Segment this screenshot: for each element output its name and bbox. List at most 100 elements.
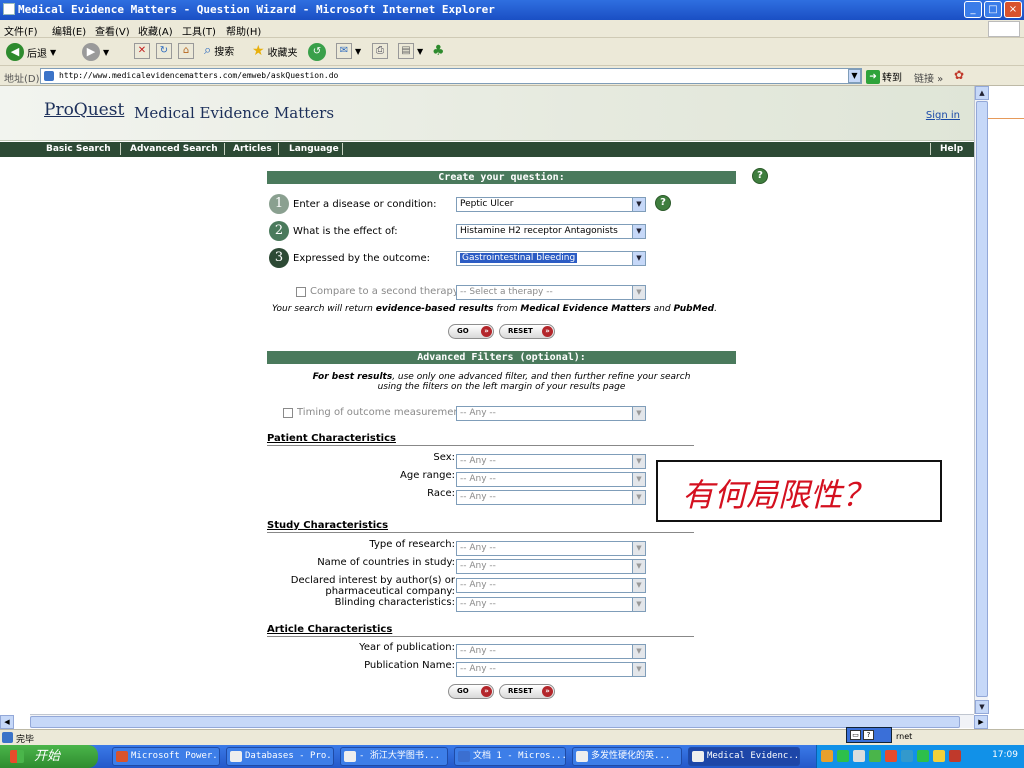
tray-app-icon[interactable] xyxy=(821,750,833,762)
messenger-button[interactable]: ♣ xyxy=(432,43,445,59)
menu-edit[interactable]: 编辑(E) xyxy=(52,23,86,38)
double-arrow-icon: » xyxy=(481,686,492,697)
go-button[interactable]: GO » xyxy=(448,324,494,339)
signin-link[interactable]: Sign in xyxy=(926,110,960,121)
sex-select[interactable]: -- Any -- ▼ xyxy=(456,454,646,469)
nav-advanced-search[interactable]: Advanced Search xyxy=(130,144,218,154)
url-dropdown-icon[interactable]: ▼ xyxy=(848,69,861,83)
tray-misc-icon[interactable] xyxy=(949,750,961,762)
go-button-bottom[interactable]: GO » xyxy=(448,684,494,699)
menu-bar: 文件(F) 编辑(E) 查看(V) 收藏(A) 工具(T) 帮助(H) xyxy=(0,20,1024,38)
tray-security-icon[interactable] xyxy=(869,750,881,762)
site-nav: Basic Search Advanced Search Articles La… xyxy=(0,142,974,157)
effect-select[interactable]: Histamine H2 receptor Antagonists ▼ xyxy=(456,224,646,239)
edit-button[interactable]: ▤ ▼ xyxy=(398,43,423,59)
taskbar-item-databases[interactable]: Databases - Pro... xyxy=(226,747,334,766)
maximize-button[interactable]: □ xyxy=(984,1,1002,18)
print-button[interactable]: ⎙ xyxy=(372,43,388,59)
close-button[interactable]: × xyxy=(1004,1,1022,18)
back-button[interactable]: ◀ 后退 ▼ xyxy=(6,43,56,61)
scroll-left-icon[interactable]: ◀ xyxy=(0,715,14,729)
addon-icon[interactable]: ✿ xyxy=(954,68,964,82)
url-input[interactable]: http://www.medicalevidencematters.com/em… xyxy=(40,68,862,84)
timing-select[interactable]: -- Any -- ▼ xyxy=(456,406,646,421)
tray-messenger-icon[interactable] xyxy=(917,750,929,762)
scroll-right-icon[interactable]: ▶ xyxy=(974,715,988,729)
research-type-value: -- Any -- xyxy=(460,543,496,553)
stop-button[interactable]: ✕ xyxy=(134,43,150,59)
declared-interest-select[interactable]: -- Any -- ▼ xyxy=(456,578,646,593)
favorites-button[interactable]: ★ 收藏夹 xyxy=(252,43,298,59)
menu-help[interactable]: 帮助(H) xyxy=(226,23,261,38)
taskbar-item-medical-evidence[interactable]: Medical Evidenc... xyxy=(688,747,800,766)
horizontal-scrollbar[interactable]: ◀ ▶ xyxy=(0,714,988,729)
scrollbar-thumb[interactable] xyxy=(30,716,960,728)
chevron-down-icon: ▼ xyxy=(632,542,645,555)
menu-tools[interactable]: 工具(T) xyxy=(182,23,216,38)
ime-toolbar[interactable]: ▭ ? xyxy=(846,727,892,743)
tray-network-icon[interactable] xyxy=(837,750,849,762)
reset-button-bottom[interactable]: RESET » xyxy=(499,684,555,699)
keyboard-icon[interactable]: ▭ xyxy=(850,730,861,740)
scroll-up-icon[interactable]: ▲ xyxy=(975,86,989,100)
ime-help-icon[interactable]: ? xyxy=(863,730,874,740)
refresh-button[interactable]: ↻ xyxy=(156,43,172,59)
nav-help[interactable]: Help xyxy=(940,144,963,154)
go-arrow-icon: ➜ xyxy=(866,69,880,84)
go-button[interactable]: ➜ 转到 xyxy=(866,69,902,84)
taskbar-item-word[interactable]: 文档 1 - Micros... xyxy=(454,747,566,766)
search-button[interactable]: ⌕ 搜索 xyxy=(204,43,234,58)
outcome-select[interactable]: Gastrointestinal bleeding ▼ xyxy=(456,251,646,266)
home-button[interactable]: ⌂ xyxy=(178,43,194,59)
menu-file[interactable]: 文件(F) xyxy=(4,23,38,38)
system-tray: 17:09 xyxy=(816,745,1024,768)
forward-button[interactable]: ▶ ▼ xyxy=(82,43,109,61)
scroll-down-icon[interactable]: ▼ xyxy=(975,700,989,714)
proquest-logo[interactable]: ProQuest xyxy=(44,100,124,120)
minimize-button[interactable]: _ xyxy=(964,1,982,18)
nav-articles[interactable]: Articles xyxy=(233,144,272,154)
star-icon: ★ xyxy=(252,43,265,59)
tray-update-icon[interactable] xyxy=(901,750,913,762)
refresh-icon: ↻ xyxy=(156,43,172,59)
compare-checkbox[interactable] xyxy=(296,287,306,297)
nav-language[interactable]: Language xyxy=(289,144,339,154)
declared-interest-value: -- Any -- xyxy=(460,580,496,590)
race-select[interactable]: -- Any -- ▼ xyxy=(456,490,646,505)
note-text: from xyxy=(493,304,521,314)
therapy-select[interactable]: -- Select a therapy -- ▼ xyxy=(456,285,646,300)
menu-favorites[interactable]: 收藏(A) xyxy=(138,23,173,38)
tray-printer-icon[interactable] xyxy=(853,750,865,762)
note-text: . xyxy=(714,304,717,314)
help-icon[interactable]: ? xyxy=(655,195,671,211)
patient-characteristics-heading: Patient Characteristics xyxy=(267,433,396,444)
links-toolbar[interactable]: 链接 » xyxy=(914,70,943,85)
countries-select[interactable]: -- Any -- ▼ xyxy=(456,559,646,574)
taskbar-item-powerpoint[interactable]: Microsoft Power... xyxy=(112,747,220,766)
tray-volume-icon[interactable] xyxy=(933,750,945,762)
scrollbar-thumb[interactable] xyxy=(976,101,988,697)
page-icon xyxy=(44,71,54,81)
tray-antivirus-icon[interactable] xyxy=(885,750,897,762)
reset-button[interactable]: RESET » xyxy=(499,324,555,339)
taskbar-item-library[interactable]: - 浙江大学图书... xyxy=(340,747,448,766)
nav-basic-search[interactable]: Basic Search xyxy=(46,144,111,154)
best-results-note: For best results, use only one advanced … xyxy=(267,372,736,392)
disease-select[interactable]: Peptic Ulcer ▼ xyxy=(456,197,646,212)
publication-name-select[interactable]: -- Any -- ▼ xyxy=(456,662,646,677)
timing-checkbox[interactable] xyxy=(283,408,293,418)
research-type-select[interactable]: -- Any -- ▼ xyxy=(456,541,646,556)
window-controls: _ □ × xyxy=(964,1,1022,18)
help-icon[interactable]: ? xyxy=(752,168,768,184)
chevron-down-icon: ▼ xyxy=(632,598,645,611)
menu-view[interactable]: 查看(V) xyxy=(95,23,130,38)
history-button[interactable]: ↺ xyxy=(308,43,326,61)
blinding-select[interactable]: -- Any -- ▼ xyxy=(456,597,646,612)
vertical-scrollbar[interactable]: ▲ ▼ xyxy=(974,86,989,714)
mail-button[interactable]: ✉ ▼ xyxy=(336,43,361,59)
sex-value: -- Any -- xyxy=(460,456,496,466)
age-range-select[interactable]: -- Any -- ▼ xyxy=(456,472,646,487)
publication-year-select[interactable]: -- Any -- ▼ xyxy=(456,644,646,659)
start-button[interactable]: 开始 xyxy=(0,745,98,768)
taskbar-item-ms-english[interactable]: 多发性硬化的英... xyxy=(572,747,682,766)
